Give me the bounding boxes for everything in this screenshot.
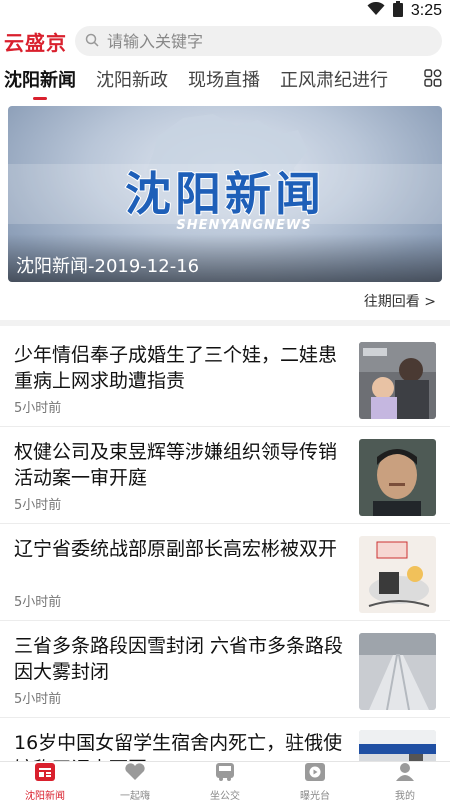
- status-bar: 3:25: [0, 0, 450, 22]
- news-icon: [35, 763, 55, 785]
- section-divider: [0, 320, 450, 326]
- battery-icon: [392, 1, 403, 21]
- nav-news[interactable]: 沈阳新闻: [0, 762, 90, 803]
- nav-label: 我的: [395, 791, 415, 802]
- tab-discipline[interactable]: 正风肃纪进行: [280, 66, 388, 100]
- news-time: 5小时前: [14, 692, 62, 707]
- banner-logo-cn: 沈阳新闻: [125, 167, 325, 221]
- nav-bus[interactable]: 坐公交: [180, 762, 270, 803]
- news-item[interactable]: 辽宁省委统战部原副部长高宏彬被双开 5小时前: [0, 524, 450, 621]
- category-tabs: 沈阳新闻 沈阳新政 现场直播 正风肃纪进行: [0, 60, 450, 100]
- tab-live[interactable]: 现场直播: [188, 66, 260, 100]
- nav-label: 一起嗨: [120, 791, 150, 802]
- banner-caption: 沈阳新闻-2019-12-16: [8, 234, 442, 282]
- news-thumbnail: [359, 342, 436, 419]
- news-thumbnail: [359, 633, 436, 710]
- top-bar: 云盛京: [0, 22, 450, 60]
- tab-shenyang-policy[interactable]: 沈阳新政: [96, 66, 168, 100]
- nav-profile[interactable]: 我的: [360, 762, 450, 803]
- news-title: 少年情侣奉子成婚生了三个娃，二娃患重病上网求助遭指责: [14, 344, 338, 392]
- news-thumbnail: [359, 536, 436, 613]
- tab-shenyang-news[interactable]: 沈阳新闻: [4, 66, 76, 100]
- news-item[interactable]: 三省多条路段因雪封闭 六省市多条路段因大雾封闭 5小时前: [0, 621, 450, 718]
- news-title: 权健公司及束昱辉等涉嫌组织领导传销活动案一审开庭: [14, 441, 338, 489]
- news-item[interactable]: 少年情侣奉子成婚生了三个娃，二娃患重病上网求助遭指责 5小时前: [0, 330, 450, 427]
- heart-icon: [124, 763, 146, 785]
- bottom-nav: 沈阳新闻 一起嗨 坐公交 曝光台 我的: [0, 761, 450, 803]
- nav-label: 沈阳新闻: [25, 791, 65, 802]
- nav-together[interactable]: 一起嗨: [90, 762, 180, 803]
- nav-label: 曝光台: [300, 791, 330, 802]
- news-title: 辽宁省委统战部原副部长高宏彬被双开: [14, 538, 338, 560]
- news-list: 少年情侣奉子成婚生了三个娃，二娃患重病上网求助遭指责 5小时前 权健公司及束昱辉…: [0, 330, 450, 803]
- news-time: 5小时前: [14, 595, 62, 610]
- news-thumbnail: [359, 439, 436, 516]
- news-item[interactable]: 权健公司及束昱辉等涉嫌组织领导传销活动案一审开庭 5小时前: [0, 427, 450, 524]
- nav-label: 坐公交: [210, 791, 240, 802]
- news-time: 5小时前: [14, 401, 62, 416]
- news-time: 5小时前: [14, 498, 62, 513]
- grid-icon: [424, 69, 442, 91]
- search-bar[interactable]: [75, 26, 442, 56]
- featured-video-banner[interactable]: 沈阳新闻 SHENYANGNEWS 沈阳新闻-2019-12-16: [8, 106, 442, 282]
- app-logo[interactable]: 云盛京: [4, 27, 67, 56]
- bus-icon: [215, 763, 235, 785]
- past-episodes-link[interactable]: 往期回看 >: [0, 282, 450, 320]
- search-icon: [85, 32, 99, 51]
- person-icon: [395, 763, 415, 785]
- news-title: 三省多条路段因雪封闭 六省市多条路段因大雾封闭: [14, 635, 344, 683]
- search-input[interactable]: [107, 31, 442, 51]
- status-time: 3:25: [410, 2, 442, 19]
- play-icon: [305, 763, 325, 785]
- nav-exposure[interactable]: 曝光台: [270, 762, 360, 803]
- banner-logo-en: SHENYANGNEWS: [176, 218, 311, 233]
- tab-grid-button[interactable]: [414, 60, 450, 100]
- wifi-icon: [367, 1, 385, 20]
